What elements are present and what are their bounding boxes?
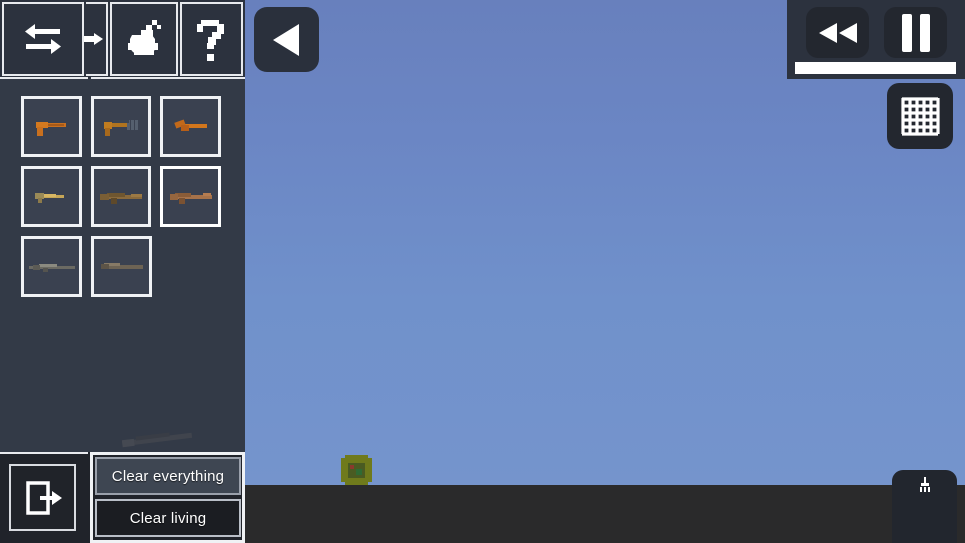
ak-rifle-icon (169, 192, 212, 204)
pause-icon (901, 13, 912, 52)
panel-bottom-bar: Clear everything Clear living (0, 452, 245, 543)
game-screen: Clear everything Clear living (0, 0, 965, 543)
weapon-slot-sniper-rifle[interactable] (21, 236, 82, 297)
rewind-button[interactable] (806, 7, 869, 58)
timeline-track[interactable] (795, 62, 956, 74)
shotgun-icon (100, 262, 143, 269)
pause-icon-second-bar (919, 13, 930, 52)
clear-living-button[interactable]: Clear living (95, 499, 241, 537)
pause-button[interactable] (884, 7, 947, 58)
joystick-button[interactable] (892, 470, 957, 543)
tab-strip-underline (0, 77, 245, 79)
back-button[interactable] (254, 7, 319, 72)
panel-bottom-divider (0, 452, 88, 454)
joystick-icon (919, 477, 930, 492)
tab-strip-underline-gap (88, 77, 91, 79)
swap-arrows-icon (25, 24, 61, 54)
weapon-row (21, 96, 222, 157)
clear-everything-button[interactable]: Clear everything (95, 457, 241, 495)
smg-icon (35, 192, 65, 203)
sniper-rifle-icon (28, 263, 75, 272)
rewind-icon (818, 22, 857, 43)
weapon-slot-smg[interactable] (21, 166, 82, 227)
weapon-preview-icon (121, 432, 193, 448)
exit-button[interactable] (9, 464, 76, 531)
tab-move[interactable] (84, 2, 108, 76)
crate-detail-red (350, 465, 354, 469)
clear-button-group: Clear everything Clear living (90, 452, 245, 543)
tab-help[interactable] (180, 2, 243, 76)
weapon-grid (21, 96, 222, 306)
assault-rifle-icon (100, 192, 142, 204)
clear-everything-label: Clear everything (111, 467, 225, 485)
play-left-icon (272, 23, 299, 56)
weapon-slot-pistol[interactable] (21, 96, 82, 157)
tab-swap[interactable] (2, 2, 84, 76)
pistol-icon (36, 121, 67, 136)
tab-strip (0, 0, 245, 79)
grid-icon (901, 97, 940, 136)
crate-detail-green (356, 469, 362, 475)
clear-living-label: Clear living (129, 509, 207, 527)
exit-icon (25, 480, 62, 515)
machine-pistol-icon (104, 119, 138, 136)
weapon-slot-shotgun[interactable] (91, 236, 152, 297)
weapon-slot-machine-pistol[interactable] (90, 96, 152, 157)
weapon-slot-ak-rifle[interactable] (160, 166, 222, 227)
weapon-slot-assault-rifle[interactable] (90, 166, 152, 227)
spray-can-icon (128, 20, 161, 55)
playback-hud (787, 0, 965, 79)
sawed-off-icon (173, 118, 207, 131)
crate-cap-bottom (345, 481, 368, 485)
arrow-right-icon (84, 33, 103, 45)
item-spawn-panel: Clear everything Clear living (0, 0, 245, 543)
question-mark-icon (196, 20, 224, 61)
timeline-fill (795, 62, 956, 74)
crate-entity[interactable] (341, 455, 372, 485)
weapon-row (21, 166, 222, 227)
weapon-slot-sawed-off[interactable] (160, 96, 222, 157)
grid-toggle-button[interactable] (887, 83, 953, 149)
weapon-row (21, 236, 221, 297)
tab-spray[interactable] (110, 2, 178, 76)
